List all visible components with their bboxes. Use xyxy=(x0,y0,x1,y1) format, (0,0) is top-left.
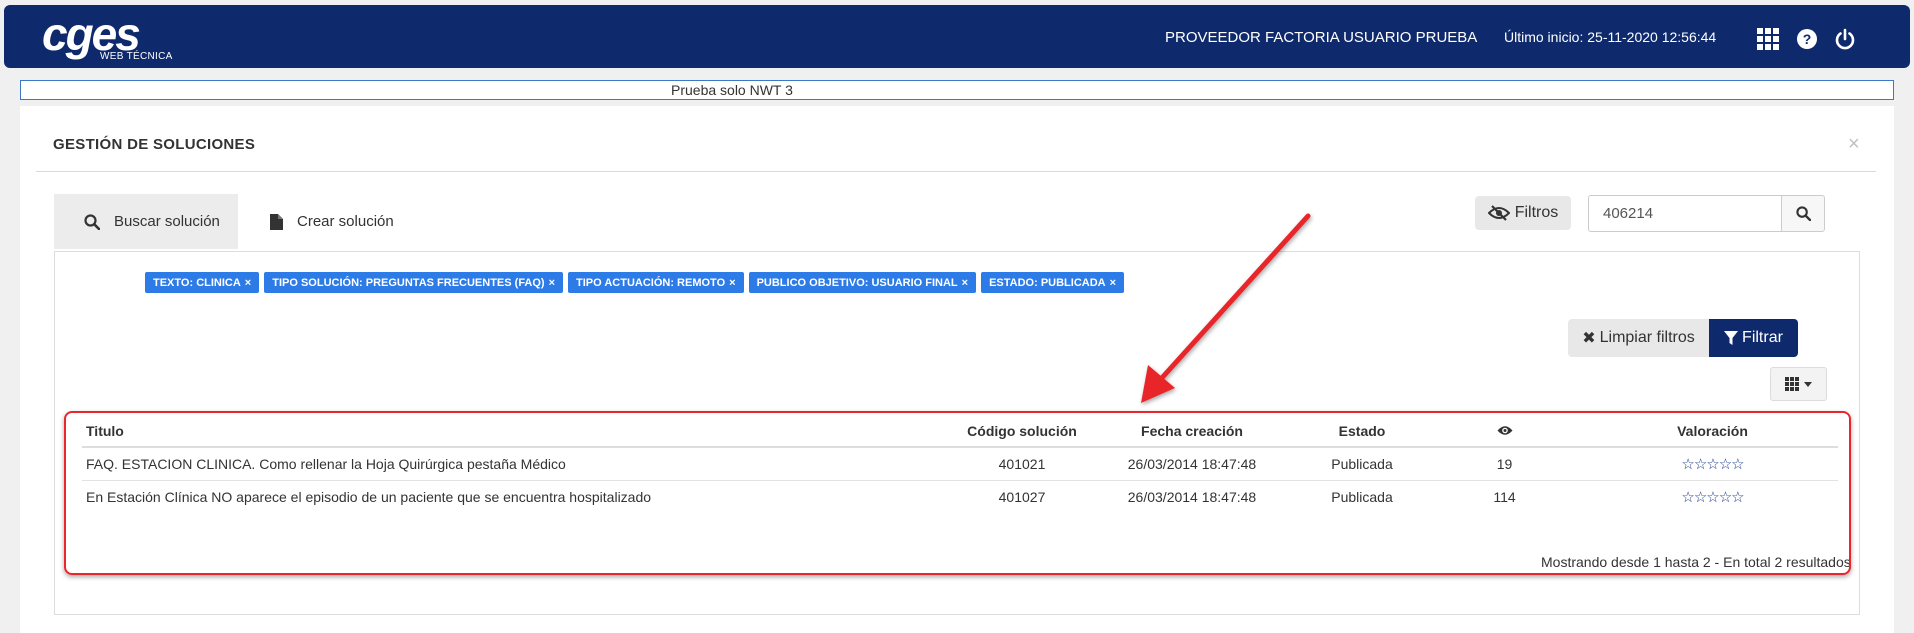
filter-chip-solution-type[interactable]: TIPO SOLUCIÓN: PREGUNTAS FRECUENTES (FAQ… xyxy=(264,272,564,293)
col-title-header[interactable]: Titulo xyxy=(82,415,962,448)
logo-subtitle: WEB TÉCNICA xyxy=(100,51,173,62)
eye-slash-icon xyxy=(1487,205,1510,221)
col-views-header[interactable] xyxy=(1422,415,1587,448)
grid-columns-icon xyxy=(1785,377,1799,391)
apply-filter-button[interactable]: Filtrar xyxy=(1709,319,1798,357)
search-button[interactable] xyxy=(1781,195,1825,232)
results-table: Titulo Código solución Fecha creación Es… xyxy=(82,415,1838,513)
last-login: Último inicio: 25-11-2020 12:56:44 xyxy=(1504,29,1717,45)
search-results-box: TEXTO: CLINICA × TIPO SOLUCIÓN: PREGUNTAS… xyxy=(54,251,1860,615)
cell-status: Publicada xyxy=(1331,488,1393,505)
cell-created: 26/03/2014 18:47:48 xyxy=(1082,447,1302,481)
chip-label: TIPO SOLUCIÓN: PREGUNTAS FRECUENTES (FAQ… xyxy=(272,276,545,289)
col-rating-header[interactable]: Valoración xyxy=(1587,415,1838,448)
table-header-row: Titulo Código solución Fecha creación Es… xyxy=(82,415,1838,448)
chip-remove-icon[interactable]: × xyxy=(729,277,735,289)
pagination-info: Mostrando desde 1 hasta 2 - En total 2 r… xyxy=(1541,554,1851,570)
cell-title[interactable]: En Estación Clínica NO aparece el episod… xyxy=(82,480,962,513)
apply-filter-label: Filtrar xyxy=(1742,329,1783,346)
filter-chip-status[interactable]: ESTADO: PUBLICADA × xyxy=(981,272,1125,293)
col-created-header[interactable]: Fecha creación xyxy=(1082,415,1302,448)
power-icon[interactable] xyxy=(1833,27,1857,51)
filter-chip-text[interactable]: TEXTO: CLINICA × xyxy=(145,272,260,293)
results-table-wrapper: Titulo Código solución Fecha creación Es… xyxy=(82,407,1858,577)
filters-label: Filtros xyxy=(1514,204,1559,221)
caret-down-icon xyxy=(1804,381,1812,387)
cell-title[interactable]: FAQ. ESTACION CLINICA. Como rellenar la … xyxy=(82,447,962,481)
chip-label: PUBLICO OBJETIVO: USUARIO FINAL xyxy=(756,276,958,289)
close-icon[interactable]: × xyxy=(1848,134,1860,154)
toggle-filters-button[interactable]: Filtros xyxy=(1475,196,1571,230)
chip-label: TIPO ACTUACIÓN: REMOTO xyxy=(576,276,726,289)
cell-rating: ☆☆☆☆☆ xyxy=(1587,480,1838,513)
cell-status: Publicada xyxy=(1302,447,1422,481)
funnel-icon xyxy=(1724,330,1739,345)
col-code-header[interactable]: Código solución xyxy=(962,415,1082,448)
file-icon xyxy=(270,213,283,230)
cell-created: 26/03/2014 18:47:48 xyxy=(1127,488,1257,505)
announcement-text: Prueba solo NWT 3 xyxy=(671,82,793,98)
solutions-panel: GESTIÓN DE SOLUCIONES × Buscar solución … xyxy=(20,106,1894,633)
rating-stars: ☆☆☆☆☆ xyxy=(1681,455,1744,473)
chip-remove-icon[interactable]: × xyxy=(1110,277,1116,289)
page-title: GESTIÓN DE SOLUCIONES xyxy=(53,136,256,153)
table-row[interactable]: FAQ. ESTACION CLINICA. Como rellenar la … xyxy=(82,447,1838,481)
cell-code: 401021 xyxy=(962,447,1082,481)
column-chooser-button[interactable] xyxy=(1770,367,1827,401)
filter-chip-audience[interactable]: PUBLICO OBJETIVO: USUARIO FINAL × xyxy=(748,272,977,293)
chip-remove-icon[interactable]: × xyxy=(245,277,251,289)
search-input[interactable] xyxy=(1588,195,1781,232)
search-icon xyxy=(84,213,100,230)
chip-remove-icon[interactable]: × xyxy=(549,277,555,289)
cell-code: 401027 xyxy=(998,488,1046,505)
tab-search-solution[interactable]: Buscar solución xyxy=(54,194,238,249)
tab-search-label: Buscar solución xyxy=(114,213,220,230)
cell-views: 114 xyxy=(1493,488,1516,505)
cell-rating: ☆☆☆☆☆ xyxy=(1587,447,1838,481)
top-navbar: cges WEB TÉCNICA PROVEEDOR FACTORIA USUA… xyxy=(4,5,1910,68)
chip-label: ESTADO: PUBLICADA xyxy=(989,276,1106,289)
announcement-bar: Prueba solo NWT 3 xyxy=(20,80,1894,100)
clear-filters-button[interactable]: ✖ Limpiar filtros xyxy=(1568,319,1709,357)
chip-remove-icon[interactable]: × xyxy=(962,277,968,289)
chip-label: TEXTO: CLINICA xyxy=(153,276,241,289)
search-icon xyxy=(1795,206,1811,221)
cell-views: 19 xyxy=(1422,447,1587,481)
tab-create-label: Crear solución xyxy=(297,213,394,230)
clear-filters-label: Limpiar filtros xyxy=(1599,329,1695,346)
apps-grid-icon[interactable] xyxy=(1756,27,1780,51)
rating-stars: ☆☆☆☆☆ xyxy=(1681,488,1744,506)
eye-icon xyxy=(1497,425,1512,435)
table-row[interactable]: En Estación Clínica NO aparece el episod… xyxy=(82,480,1838,513)
cges-logo[interactable]: cges WEB TÉCNICA xyxy=(42,11,192,65)
user-name: PROVEEDOR FACTORIA USUARIO PRUEBA xyxy=(1165,29,1478,46)
title-divider xyxy=(36,171,1876,172)
help-icon[interactable]: ? xyxy=(1795,27,1819,51)
clear-icon: ✖ xyxy=(1582,330,1596,347)
svg-text:?: ? xyxy=(1803,31,1812,47)
tab-create-solution[interactable]: Crear solución xyxy=(270,194,394,249)
filter-chip-action-type[interactable]: TIPO ACTUACIÓN: REMOTO × xyxy=(568,272,744,293)
active-filter-chips: TEXTO: CLINICA × TIPO SOLUCIÓN: PREGUNTAS… xyxy=(145,272,1125,293)
col-status-header[interactable]: Estado xyxy=(1302,415,1422,448)
